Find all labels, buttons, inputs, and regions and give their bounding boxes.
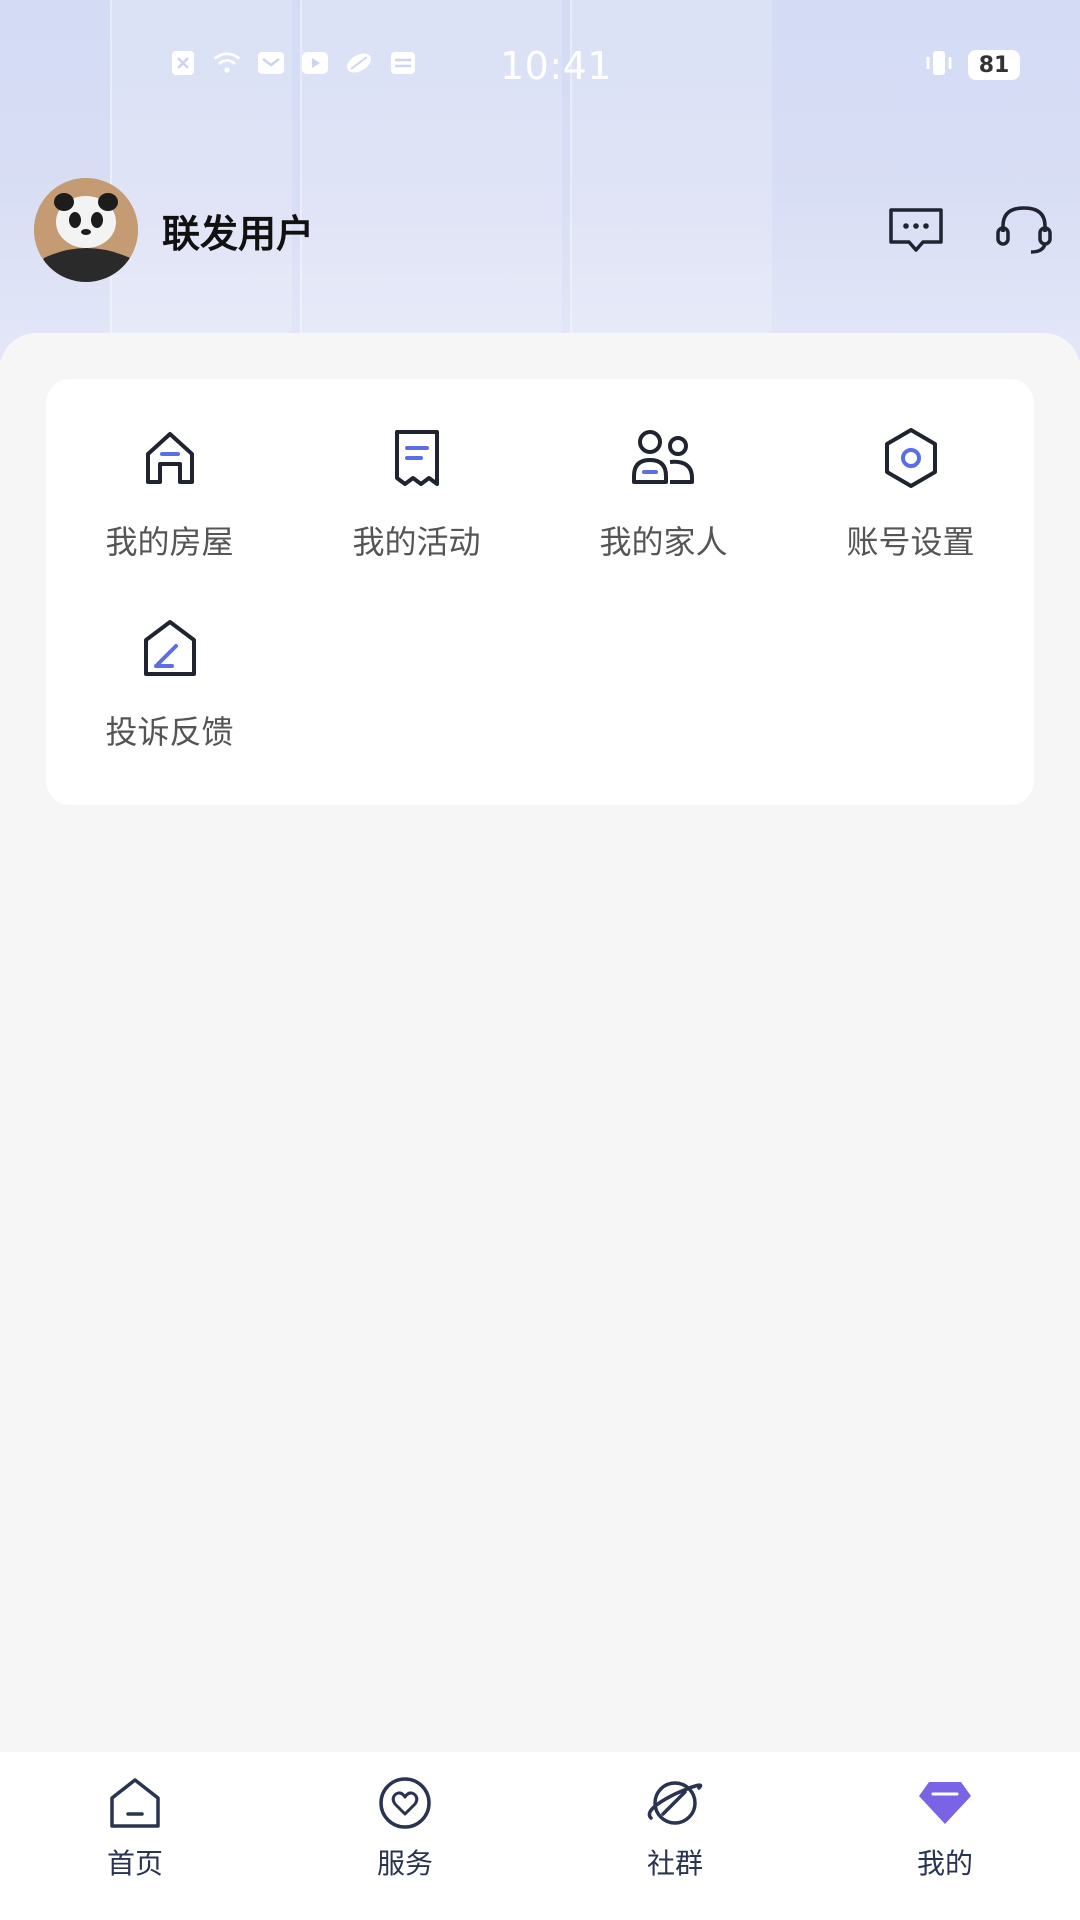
service-menu-grid: 我的房屋 我的活动 我的家人 账号设置 投诉反馈 — [46, 379, 1034, 805]
battery-indicator: 81 — [968, 50, 1020, 80]
panda-avatar-icon — [34, 178, 138, 282]
home-tab-icon — [104, 1772, 166, 1834]
tab-community[interactable]: 社群 — [540, 1752, 810, 1920]
video-icon — [300, 48, 330, 78]
user-name: 联发用户 — [162, 211, 315, 256]
wifi-icon — [212, 48, 242, 78]
menu-item-complaint-feedback[interactable]: 投诉反馈 — [46, 569, 293, 759]
heart-circle-icon — [374, 1772, 436, 1834]
tab-label: 首页 — [106, 1847, 163, 1880]
tab-label: 社群 — [646, 1847, 703, 1880]
mail-icon — [256, 48, 286, 78]
menu-item-my-family[interactable]: 我的家人 — [540, 379, 787, 569]
feedback-edit-icon — [133, 611, 207, 685]
headset-icon[interactable] — [992, 198, 1056, 262]
menu-item-label: 投诉反馈 — [105, 713, 234, 751]
avatar[interactable] — [34, 178, 138, 282]
menu-item-label: 我的家人 — [599, 523, 728, 561]
message-icon[interactable] — [884, 198, 948, 262]
sim-icon — [168, 48, 198, 78]
receipt-icon — [380, 421, 454, 495]
leaf-icon — [344, 48, 374, 78]
house-icon — [133, 421, 207, 495]
status-icons-right: 81 — [922, 48, 1020, 82]
family-icon — [627, 421, 701, 495]
menu-item-my-activity[interactable]: 我的活动 — [293, 379, 540, 569]
card-icon — [388, 48, 418, 78]
bottom-tab-bar: 首页 服务 社群 我的 — [0, 1752, 1080, 1920]
main-content: 我的房屋 我的活动 我的家人 账号设置 投诉反馈 — [0, 333, 1080, 1753]
menu-item-account-settings[interactable]: 账号设置 — [787, 379, 1034, 569]
menu-item-label: 我的房屋 — [105, 523, 234, 561]
tab-label: 服务 — [376, 1847, 433, 1880]
service-menu-card: 我的房屋 我的活动 我的家人 账号设置 投诉反馈 — [46, 379, 1034, 805]
menu-item-my-house[interactable]: 我的房屋 — [46, 379, 293, 569]
tab-mine[interactable]: 我的 — [810, 1752, 1080, 1920]
status-icons-left — [168, 48, 418, 78]
menu-item-label: 账号设置 — [846, 523, 975, 561]
hexagon-settings-icon — [874, 421, 948, 495]
menu-item-label: 我的活动 — [352, 523, 481, 561]
status-time: 10:41 — [500, 44, 613, 88]
header-actions — [884, 198, 1056, 262]
user-profile-header[interactable]: 联发用户 — [34, 178, 314, 282]
tab-label: 我的 — [916, 1847, 973, 1880]
tab-home[interactable]: 首页 — [0, 1752, 270, 1920]
vibrate-icon — [922, 48, 956, 82]
tab-service[interactable]: 服务 — [270, 1752, 540, 1920]
planet-icon — [644, 1772, 706, 1834]
status-bar: 10:41 81 — [0, 0, 1080, 130]
gem-icon — [914, 1772, 976, 1834]
